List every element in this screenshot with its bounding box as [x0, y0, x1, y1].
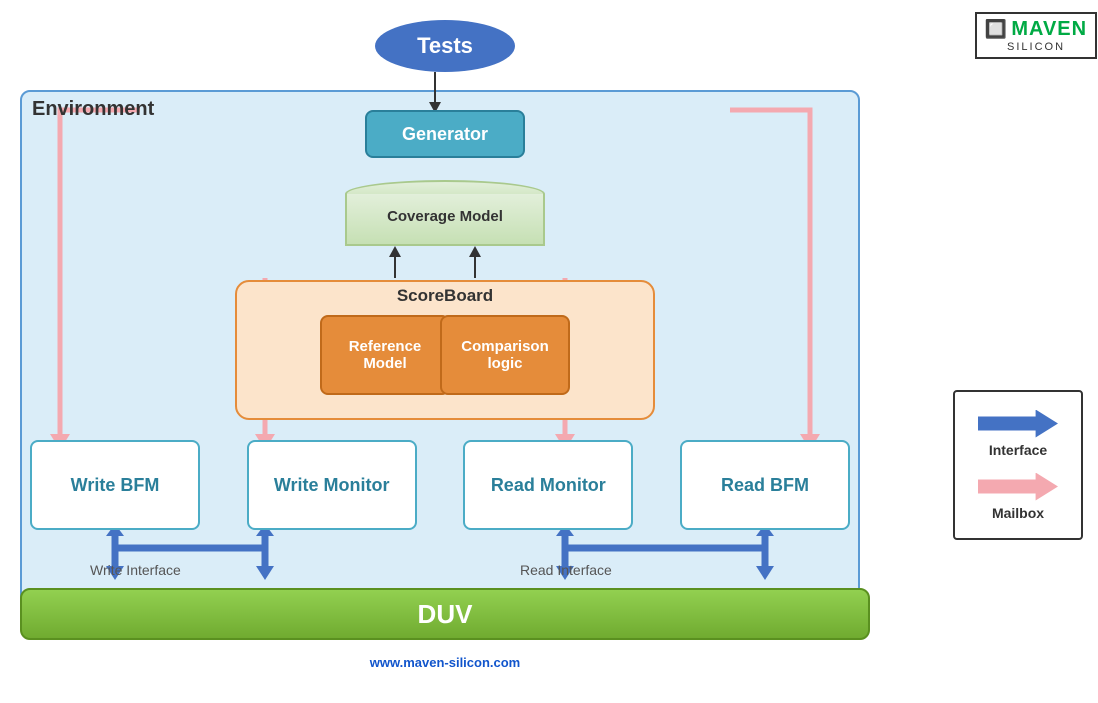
coverage-model-label: Coverage Model — [345, 208, 545, 225]
read-bfm-label: Read BFM — [721, 475, 809, 496]
duv-bar: DUV — [20, 588, 870, 640]
website-url: www.maven-silicon.com — [370, 655, 521, 670]
coverage-model: Coverage Model — [345, 180, 545, 250]
write-bfm-box: Write BFM — [30, 440, 200, 530]
read-interface-label: Read Interface — [520, 562, 612, 578]
logo-maven-text: maven — [1011, 18, 1087, 41]
write-monitor-box: Write Monitor — [247, 440, 417, 530]
legend-box: Interface Mailbox — [953, 390, 1083, 540]
tests-label: Tests — [417, 33, 473, 59]
legend-mailbox-label: Mailbox — [992, 505, 1044, 521]
legend-mailbox-item: Mailbox — [978, 473, 1058, 521]
legend-mailbox-arrow — [978, 473, 1058, 501]
logo-border: 🔲 maven SILICON — [975, 12, 1097, 59]
logo-silicon-text: SILICON — [1007, 41, 1065, 53]
generator-box: Generator — [365, 110, 525, 158]
logo-chip-icon: 🔲 — [985, 19, 1007, 40]
tests-oval: Tests — [375, 20, 515, 72]
generator-label: Generator — [402, 124, 488, 145]
write-bfm-label: Write BFM — [71, 475, 160, 496]
reference-model-box: ReferenceModel — [320, 315, 450, 395]
environment-label: Environment — [32, 98, 154, 121]
scoreboard-label: ScoreBoard — [397, 286, 493, 306]
duv-label: DUV — [418, 599, 473, 630]
write-interface-label: Write Interface — [90, 562, 181, 578]
diagram-container: Environment — [10, 10, 880, 680]
legend-interface-arrow — [978, 410, 1058, 438]
reference-model-label: ReferenceModel — [349, 338, 422, 372]
maven-silicon-logo: 🔲 maven SILICON — [986, 12, 1086, 62]
read-monitor-box: Read Monitor — [463, 440, 633, 530]
legend-interface-item: Interface — [978, 410, 1058, 458]
bfm-monitor-row: Write BFM Write Monitor Read Monitor Rea… — [30, 440, 850, 530]
comparison-logic-box: Comparisonlogic — [440, 315, 570, 395]
read-monitor-label: Read Monitor — [491, 475, 606, 496]
read-bfm-box: Read BFM — [680, 440, 850, 530]
write-monitor-label: Write Monitor — [274, 475, 390, 496]
comparison-logic-label: Comparisonlogic — [461, 338, 549, 372]
legend-interface-label: Interface — [989, 442, 1047, 458]
